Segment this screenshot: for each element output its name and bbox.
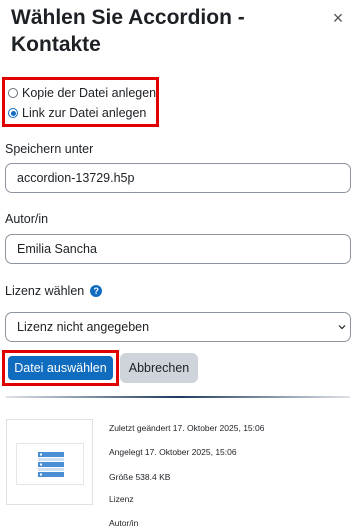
author-info: Autor/in (109, 518, 139, 528)
accordion-preview-icon (38, 452, 64, 477)
author-input[interactable]: Emilia Sancha (5, 234, 351, 264)
radio-copy-file[interactable] (8, 88, 18, 98)
divider (6, 396, 350, 398)
file-option-group: Kopie der Datei anlegen Link zur Datei a… (2, 77, 159, 127)
license-info: Lizenz (109, 494, 134, 504)
license-select[interactable]: Lizenz nicht angegeben (5, 312, 351, 342)
link-file-option[interactable]: Link zur Datei anlegen (8, 104, 146, 122)
license-label-text: Lizenz wählen (5, 284, 85, 298)
file-preview-image (16, 443, 84, 485)
author-label: Autor/in (5, 212, 49, 226)
dialog-title: Wählen Sie Accordion - Kontakte (11, 6, 245, 56)
radio-link-file[interactable] (8, 108, 18, 118)
help-icon[interactable]: ? (90, 285, 103, 297)
license-selected-value: Lizenz nicht angegeben (17, 320, 150, 334)
modified-date: Zuletzt geändert 17. Oktober 2025, 15:06 (109, 423, 265, 433)
chevron-down-icon (338, 325, 346, 330)
link-file-label: Link zur Datei anlegen (22, 106, 147, 120)
select-file-highlight: Datei auswählen (2, 350, 119, 386)
file-size: Größe 538.4 KB (109, 472, 171, 482)
close-icon[interactable]: × (329, 9, 347, 27)
save-as-input[interactable]: accordion-13729.h5p (5, 163, 351, 193)
cancel-button[interactable]: Abbrechen (120, 353, 198, 383)
save-as-label: Speichern unter (5, 142, 94, 156)
copy-file-option[interactable]: Kopie der Datei anlegen (8, 84, 156, 102)
license-label: Lizenz wählen? (5, 284, 103, 298)
created-date: Angelegt 17. Oktober 2025, 15:06 (109, 447, 237, 457)
file-thumbnail (6, 419, 93, 505)
copy-file-label: Kopie der Datei anlegen (22, 86, 157, 100)
select-file-button[interactable]: Datei auswählen (8, 356, 113, 380)
